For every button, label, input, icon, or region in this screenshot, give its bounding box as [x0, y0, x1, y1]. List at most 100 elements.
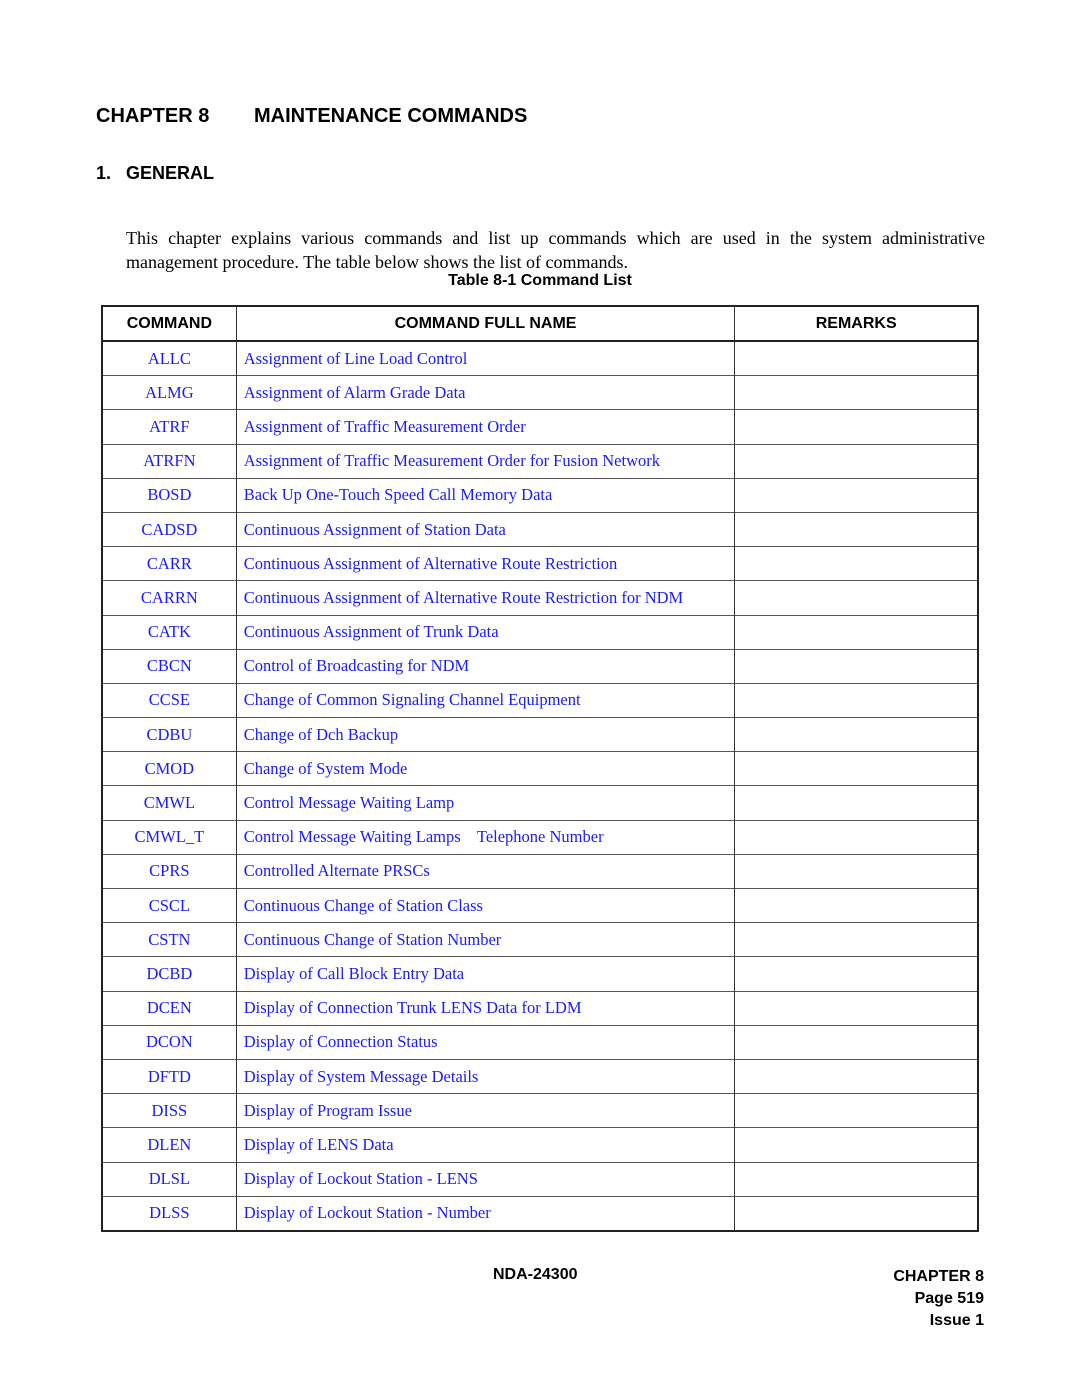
table-row: DFTD Display of System Message Details — [102, 1058, 978, 1094]
command-cell[interactable]: CPRS — [102, 853, 237, 889]
command-cell[interactable]: BOSD — [102, 477, 237, 513]
chapter-name: MAINTENANCE COMMANDS — [254, 105, 528, 127]
remarks-cell — [734, 819, 978, 855]
command-full-name-link[interactable]: Continuous Assignment of Trunk Data — [235, 614, 735, 650]
command-cell[interactable]: CMWL_T — [102, 819, 237, 855]
command-cell[interactable]: DISS — [102, 1093, 237, 1128]
section-number: 1. — [96, 163, 112, 183]
command-full-name-link[interactable]: Display of Connection Trunk LENS Data fo… — [235, 990, 735, 1026]
remarks-cell — [734, 614, 978, 650]
command-cell[interactable]: ALMG — [102, 375, 237, 410]
remarks-cell — [734, 546, 978, 581]
table-row: CBCN Control of Broadcasting for NDM — [102, 648, 978, 684]
intro-paragraph: This chapter explains various commands a… — [126, 228, 985, 272]
command-full-name-link[interactable]: Display of Connection Status — [235, 1024, 735, 1060]
command-full-name-link[interactable]: Control Message Waiting Lamps Telephone … — [235, 819, 735, 855]
table-row: CADSD Continuous Assignment of Station Da… — [102, 511, 978, 547]
table-row: CARRN Continuous Assignment of Alternativ… — [102, 580, 978, 615]
command-full-name-link[interactable]: Display of System Message Details — [235, 1058, 735, 1094]
chapter-title: CHAPTER 8 MAINTENANCE COMMANDS — [96, 105, 527, 128]
remarks-cell — [734, 1024, 978, 1060]
section-heading: 1. GENERAL — [96, 163, 214, 184]
command-cell[interactable]: ATRFN — [102, 443, 237, 479]
remarks-cell — [734, 1127, 978, 1162]
table-row: CSCL Continuous Change of Station Class — [102, 887, 978, 923]
table-row: DLSS Display of Lockout Station - Number — [102, 1195, 978, 1231]
table-row: ATRFN Assignment of Traffic Measurement O… — [102, 443, 978, 479]
command-cell[interactable]: CMOD — [102, 751, 237, 786]
command-full-name-link[interactable]: Change of Common Signaling Channel Equip… — [235, 682, 735, 718]
command-cell[interactable]: CMWL — [102, 785, 237, 821]
command-cell[interactable]: CADSD — [102, 511, 237, 547]
table-row: CMWL Control Message Waiting Lamp — [102, 785, 978, 821]
table-row: DCEN Display of Connection Trunk LENS Dat… — [102, 990, 978, 1026]
remarks-cell — [734, 717, 978, 752]
table-row: CMWL_T Control Message Waiting Lamps Tele… — [102, 819, 978, 855]
command-full-name-link[interactable]: Continuous Assignment of Station Data — [235, 511, 735, 547]
command-full-name-link[interactable]: Assignment of Traffic Measurement Order … — [235, 443, 735, 479]
remarks-cell — [734, 375, 978, 410]
command-full-name-link[interactable]: Continuous Change of Station Number — [235, 922, 735, 957]
command-full-name-link[interactable]: Continuous Assignment of Alternative Rou… — [235, 580, 735, 615]
command-cell[interactable]: DLEN — [102, 1127, 237, 1162]
remarks-cell — [734, 648, 978, 684]
remarks-cell — [734, 1058, 978, 1094]
command-full-name-link[interactable]: Control of Broadcasting for NDM — [235, 648, 735, 684]
table-row: CCSE Change of Common Signaling Channel E… — [102, 682, 978, 718]
header-command-full-name: COMMAND FULL NAME — [235, 306, 735, 342]
command-full-name-link[interactable]: Back Up One-Touch Speed Call Memory Data — [235, 477, 735, 513]
remarks-cell — [734, 922, 978, 957]
command-cell[interactable]: CBCN — [102, 648, 237, 684]
command-cell[interactable]: CSTN — [102, 922, 237, 957]
remarks-cell — [734, 956, 978, 992]
command-full-name-link[interactable]: Assignment of Line Load Control — [235, 341, 735, 376]
table-row: CPRS Controlled Alternate PRSCs — [102, 853, 978, 889]
table-row: DLEN Display of LENS Data — [102, 1127, 978, 1162]
command-full-name-link[interactable]: Assignment of Traffic Measurement Order — [235, 409, 735, 445]
command-cell[interactable]: ATRF — [102, 409, 237, 445]
command-full-name-link[interactable]: Continuous Assignment of Alternative Rou… — [235, 546, 735, 581]
command-cell[interactable]: CSCL — [102, 887, 237, 923]
remarks-cell — [734, 443, 978, 479]
remarks-cell — [734, 682, 978, 718]
command-cell[interactable]: DLSS — [102, 1195, 237, 1231]
command-cell[interactable]: DCBD — [102, 956, 237, 992]
command-full-name-link[interactable]: Display of Lockout Station - LENS — [235, 1161, 735, 1197]
remarks-cell — [734, 1195, 978, 1231]
table-row: CDBU Change of Dch Backup — [102, 717, 978, 752]
command-full-name-link[interactable]: Controlled Alternate PRSCs — [235, 853, 735, 889]
command-cell[interactable]: CATK — [102, 614, 237, 650]
remarks-cell — [734, 751, 978, 786]
table-row: CSTN Continuous Change of Station Number — [102, 922, 978, 957]
command-cell[interactable]: CDBU — [102, 717, 237, 752]
command-full-name-link[interactable]: Assignment of Alarm Grade Data — [235, 375, 735, 410]
remarks-cell — [734, 409, 978, 445]
command-cell[interactable]: DCON — [102, 1024, 237, 1060]
remarks-cell — [734, 990, 978, 1026]
command-cell[interactable]: CCSE — [102, 682, 237, 718]
header-remarks: REMARKS — [734, 306, 978, 342]
command-full-name-link[interactable]: Control Message Waiting Lamp — [235, 785, 735, 821]
remarks-cell — [734, 887, 978, 923]
remarks-cell — [734, 477, 978, 513]
command-full-name-link[interactable]: Continuous Change of Station Class — [235, 887, 735, 923]
table-row: DCBD Display of Call Block Entry Data — [102, 956, 978, 992]
command-cell[interactable]: DLSL — [102, 1161, 237, 1197]
command-full-name-link[interactable]: Display of Call Block Entry Data — [235, 956, 735, 992]
header-command: COMMAND — [102, 306, 237, 342]
command-cell[interactable]: CARRN — [102, 580, 237, 615]
command-full-name-link[interactable]: Change of Dch Backup — [235, 717, 735, 752]
command-cell[interactable]: DCEN — [102, 990, 237, 1026]
command-cell[interactable]: CARR — [102, 546, 237, 581]
table-row: CMOD Change of System Mode — [102, 751, 978, 786]
command-full-name-link[interactable]: Display of LENS Data — [235, 1127, 735, 1162]
command-cell[interactable]: ALLC — [102, 341, 236, 376]
table-body: ALLC Assignment of Line Load Control ALMG A… — [102, 341, 978, 1231]
command-cell[interactable]: DFTD — [102, 1058, 237, 1094]
command-full-name-link[interactable]: Display of Program Issue — [235, 1093, 735, 1128]
command-full-name-link[interactable]: Change of System Mode — [235, 751, 735, 786]
remarks-cell — [734, 785, 978, 821]
command-full-name-link[interactable]: Display of Lockout Station - Number — [235, 1195, 735, 1231]
footer-page: Page 519 — [914, 1290, 984, 1307]
table-row: CARR Continuous Assignment of Alternative… — [102, 546, 978, 581]
